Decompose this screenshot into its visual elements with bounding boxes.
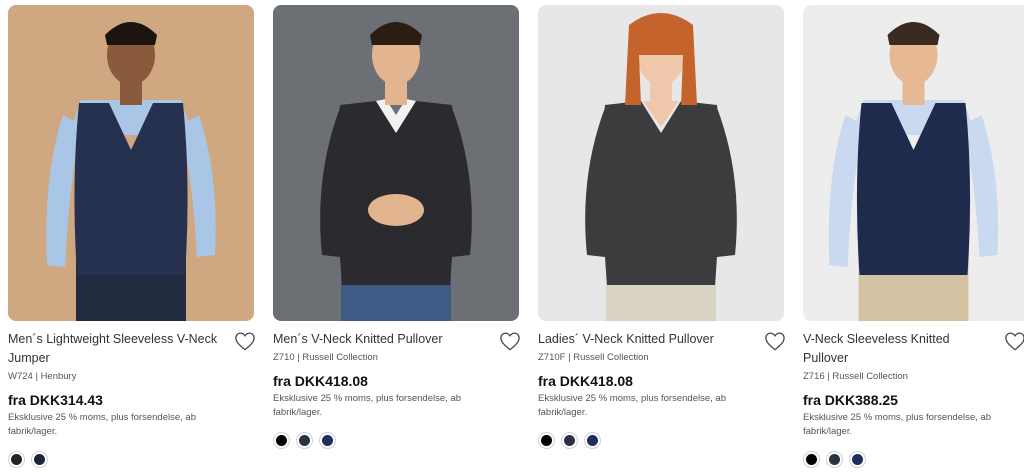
product-title[interactable]: Ladies´ V-Neck Knitted Pullover (538, 330, 754, 349)
product-card[interactable]: Men´s V-Neck Knitted Pullover Z710 | Rus… (273, 5, 521, 449)
product-photo-illustration (8, 5, 254, 321)
color-swatch[interactable] (538, 432, 555, 449)
heart-outline-icon[interactable] (764, 331, 786, 351)
product-sku-brand: Z710F | Russell Collection (538, 352, 649, 363)
product-image[interactable] (803, 5, 1024, 321)
product-price: fra DKK418.08 (273, 373, 368, 389)
product-card[interactable]: V-Neck Sleeveless Knitted Pullover Z716 … (803, 5, 1024, 468)
product-card[interactable]: Men´s Lightweight Sleeveless V-Neck Jump… (8, 5, 256, 468)
price-note: Eksklusive 25 % moms, plus forsendelse, … (803, 412, 991, 437)
color-swatch[interactable] (273, 432, 290, 449)
heart-outline-icon[interactable] (234, 331, 256, 351)
product-price: fra DKK418.08 (538, 373, 633, 389)
color-swatches (538, 432, 784, 449)
color-swatches (803, 451, 1024, 468)
color-swatch[interactable] (803, 451, 820, 468)
product-photo-illustration (538, 5, 784, 321)
product-image[interactable] (273, 5, 519, 321)
product-card[interactable]: Ladies´ V-Neck Knitted Pullover Z710F | … (538, 5, 786, 449)
price-note: Eksklusive 25 % moms, plus forsendelse, … (538, 393, 726, 418)
product-image[interactable] (8, 5, 254, 321)
product-sku-brand: W724 | Henbury (8, 371, 77, 382)
product-sku-brand: Z710 | Russell Collection (273, 352, 378, 363)
color-swatch[interactable] (849, 451, 866, 468)
product-photo-illustration (803, 5, 1024, 321)
color-swatch[interactable] (826, 451, 843, 468)
color-swatch[interactable] (8, 451, 25, 468)
price-note: Eksklusive 25 % moms, plus forsendelse, … (273, 393, 461, 418)
product-sku-brand: Z716 | Russell Collection (803, 371, 908, 382)
color-swatch[interactable] (31, 451, 48, 468)
price-note: Eksklusive 25 % moms, plus forsendelse, … (8, 412, 196, 437)
product-grid: Men´s Lightweight Sleeveless V-Neck Jump… (0, 0, 1024, 476)
color-swatches (8, 451, 254, 468)
product-title[interactable]: V-Neck Sleeveless Knitted Pullover (803, 330, 994, 368)
product-title[interactable]: Men´s V-Neck Knitted Pullover (273, 330, 489, 349)
product-price: fra DKK314.43 (8, 392, 103, 408)
color-swatch[interactable] (296, 432, 313, 449)
heart-outline-icon[interactable] (1004, 331, 1024, 351)
product-price: fra DKK388.25 (803, 392, 898, 408)
product-image[interactable] (538, 5, 784, 321)
product-title[interactable]: Men´s Lightweight Sleeveless V-Neck Jump… (8, 330, 224, 368)
color-swatch[interactable] (584, 432, 601, 449)
color-swatches (273, 432, 519, 449)
heart-outline-icon[interactable] (499, 331, 521, 351)
color-swatch[interactable] (561, 432, 578, 449)
product-photo-illustration (273, 5, 519, 321)
color-swatch[interactable] (319, 432, 336, 449)
